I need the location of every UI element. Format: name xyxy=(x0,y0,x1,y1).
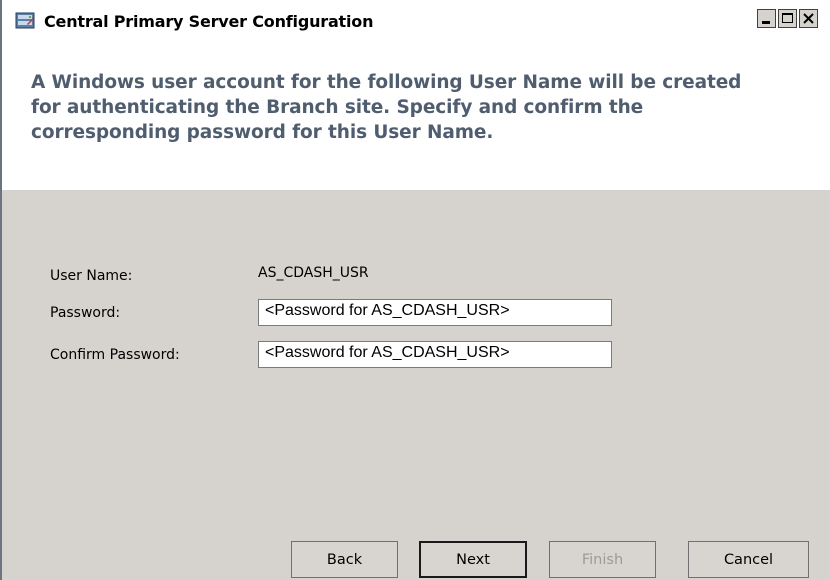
window-controls xyxy=(757,9,818,28)
next-button[interactable]: Next xyxy=(419,541,527,578)
minimize-icon[interactable] xyxy=(757,9,776,28)
title-bar: Central Primary Server Configuration xyxy=(2,0,830,42)
password-label: Password: xyxy=(50,305,121,321)
header-instruction: A Windows user account for the following… xyxy=(31,72,742,143)
window-title: Central Primary Server Configuration xyxy=(44,12,374,31)
confirm-password-field[interactable]: <Password for AS_CDASH_USR> xyxy=(258,341,612,368)
close-icon[interactable] xyxy=(799,9,818,28)
finish-button[interactable]: Finish xyxy=(549,541,656,578)
confirm-password-label: Confirm Password: xyxy=(50,347,180,363)
server-config-icon xyxy=(15,12,35,29)
back-button[interactable]: Back xyxy=(291,541,398,578)
wizard-header: A Windows user account for the following… xyxy=(2,42,830,190)
user-name-value: AS_CDASH_USR xyxy=(258,265,369,281)
user-name-label: User Name: xyxy=(50,268,133,284)
maximize-icon[interactable] xyxy=(778,9,797,28)
password-field[interactable]: <Password for AS_CDASH_USR> xyxy=(258,299,612,326)
cancel-button[interactable]: Cancel xyxy=(688,541,809,578)
wizard-window: Central Primary Server Configuration A W… xyxy=(0,0,830,580)
